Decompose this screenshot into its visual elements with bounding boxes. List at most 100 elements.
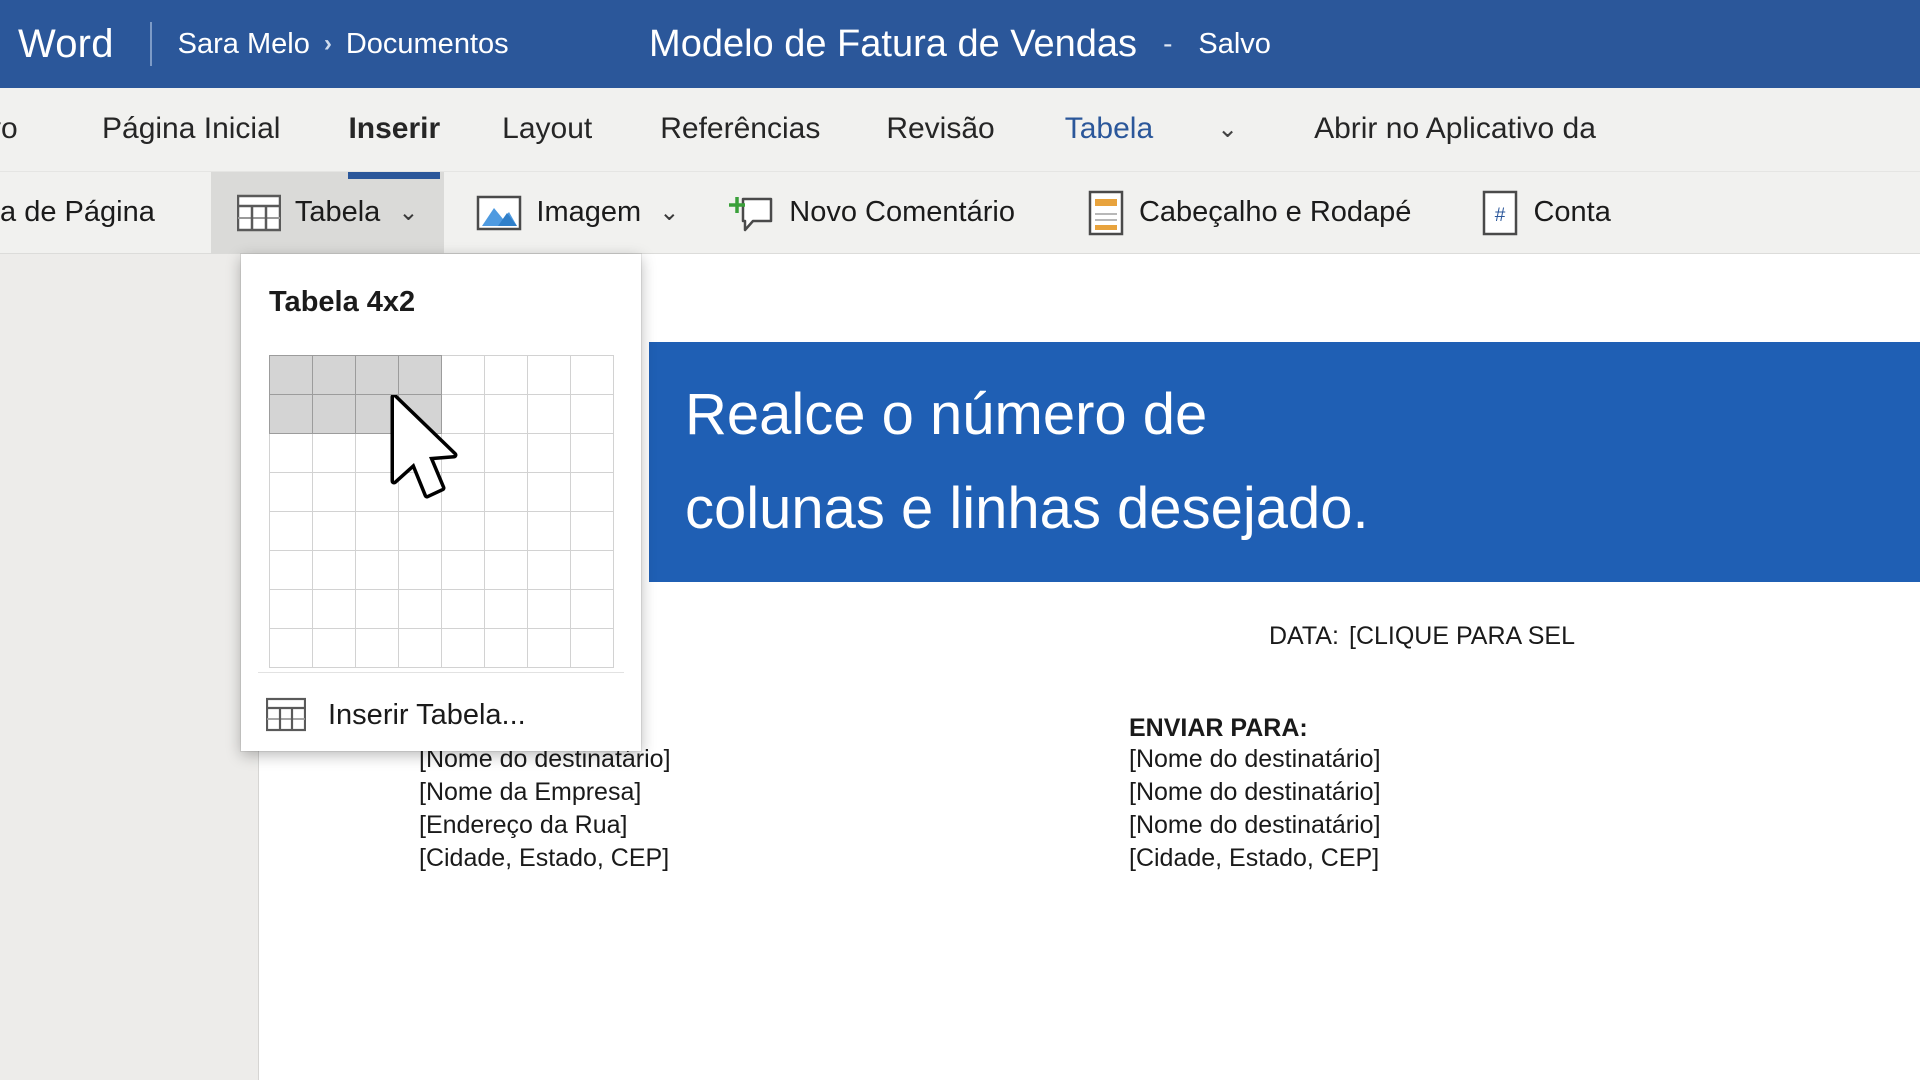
grid-cell-5x1[interactable] (441, 355, 485, 395)
grid-cell-2x2[interactable] (312, 394, 356, 434)
grid-row[interactable] (269, 511, 614, 551)
doc-left-line-2: [Endereço da Rua] (419, 811, 628, 839)
grid-cell-8x6[interactable] (570, 550, 614, 590)
command-tabela[interactable]: Tabela ⌄ (210, 171, 445, 254)
grid-cell-1x7[interactable] (269, 589, 313, 629)
grid-cell-6x3[interactable] (484, 433, 528, 473)
tab-inserir[interactable]: Inserir (348, 112, 440, 148)
grid-cell-7x3[interactable] (527, 433, 571, 473)
grid-cell-6x5[interactable] (484, 511, 528, 551)
grid-cell-6x8[interactable] (484, 628, 528, 668)
command-imagem[interactable]: Imagem ⌄ (462, 172, 693, 254)
grid-cell-1x5[interactable] (269, 511, 313, 551)
grid-cell-8x2[interactable] (570, 394, 614, 434)
tab-arquivo[interactable]: vo (0, 112, 66, 148)
title-bar: Word Sara Melo › Documentos (0, 0, 1920, 88)
app-name: Word (18, 21, 114, 66)
grid-cell-6x7[interactable] (484, 589, 528, 629)
doc-right-line-1: [Nome do destinatário] (1129, 778, 1381, 806)
grid-cell-7x8[interactable] (527, 628, 571, 668)
grid-cell-8x4[interactable] (570, 472, 614, 512)
command-quebra-de-pagina[interactable]: uebra de Página (0, 172, 169, 254)
header-footer-icon (1087, 190, 1125, 236)
command-contar[interactable]: # Conta (1467, 172, 1624, 254)
grid-cell-6x2[interactable] (484, 394, 528, 434)
grid-cell-3x6[interactable] (355, 550, 399, 590)
grid-cell-2x5[interactable] (312, 511, 356, 551)
page-number-icon: # (1481, 190, 1519, 236)
doc-right-line-0: [Nome do destinatário] (1129, 745, 1381, 773)
command-label: Imagem (536, 196, 642, 228)
grid-cell-8x3[interactable] (570, 433, 614, 473)
grid-cell-2x7[interactable] (312, 589, 356, 629)
grid-cell-8x7[interactable] (570, 589, 614, 629)
grid-cell-3x8[interactable] (355, 628, 399, 668)
grid-cell-2x8[interactable] (312, 628, 356, 668)
grid-cell-4x6[interactable] (398, 550, 442, 590)
grid-cell-5x6[interactable] (441, 550, 485, 590)
insert-table-menu-item[interactable]: Inserir Tabela... (258, 686, 624, 744)
grid-cell-5x8[interactable] (441, 628, 485, 668)
grid-cell-8x1[interactable] (570, 355, 614, 395)
command-cabecalho-rodape[interactable]: Cabeçalho e Rodapé (1073, 172, 1425, 254)
new-comment-icon (729, 191, 775, 235)
doc-send-to-label: ENVIAR PARA: (1129, 714, 1308, 742)
grid-cell-1x8[interactable] (269, 628, 313, 668)
grid-cell-1x4[interactable] (269, 472, 313, 512)
grid-cell-8x5[interactable] (570, 511, 614, 551)
grid-cell-7x4[interactable] (527, 472, 571, 512)
grid-cell-7x2[interactable] (527, 394, 571, 434)
chevron-down-icon[interactable]: ⌄ (659, 198, 679, 227)
grid-cell-1x3[interactable] (269, 433, 313, 473)
command-bar: uebra de Página Tabela ⌄ Imagem ⌄ (0, 171, 1920, 254)
grid-row[interactable] (269, 628, 614, 668)
grid-cell-2x6[interactable] (312, 550, 356, 590)
grid-cell-2x3[interactable] (312, 433, 356, 473)
grid-cell-7x6[interactable] (527, 550, 571, 590)
grid-cell-7x1[interactable] (527, 355, 571, 395)
command-novo-comentario[interactable]: Novo Comentário (715, 172, 1029, 254)
tab-abrir-no-aplicativo[interactable]: Abrir no Aplicativo da (1314, 112, 1596, 148)
chevron-down-icon[interactable]: ⌄ (1217, 114, 1238, 146)
grid-row[interactable] (269, 589, 614, 629)
command-label: Novo Comentário (789, 196, 1015, 228)
tab-revisao[interactable]: Revisão (886, 112, 994, 148)
grid-cell-6x6[interactable] (484, 550, 528, 590)
tab-tabela-contextual[interactable]: Tabela (1065, 112, 1153, 148)
grid-cell-7x5[interactable] (527, 511, 571, 551)
tab-layout[interactable]: Layout (502, 112, 592, 148)
grid-cell-4x5[interactable] (398, 511, 442, 551)
chevron-right-icon: › (323, 30, 332, 57)
grid-cell-4x8[interactable] (398, 628, 442, 668)
grid-cell-3x7[interactable] (355, 589, 399, 629)
grid-cell-7x7[interactable] (527, 589, 571, 629)
breadcrumb-user[interactable]: Sara Melo (178, 28, 310, 61)
grid-cell-4x1[interactable] (398, 355, 442, 395)
tab-referencias[interactable]: Referências (660, 112, 820, 148)
grid-cell-1x1[interactable] (269, 355, 313, 395)
breadcrumb[interactable]: Sara Melo › Documentos (178, 28, 509, 61)
grid-cell-1x2[interactable] (269, 394, 313, 434)
insert-table-label: Inserir Tabela... (328, 698, 526, 731)
banner-line-1: Realce o número de (685, 382, 1208, 448)
grid-cell-6x1[interactable] (484, 355, 528, 395)
grid-cell-2x1[interactable] (312, 355, 356, 395)
grid-cell-1x6[interactable] (269, 550, 313, 590)
active-tab-indicator (348, 172, 440, 179)
grid-cell-3x1[interactable] (355, 355, 399, 395)
grid-row[interactable] (269, 550, 614, 590)
doc-right-line-2: [Nome do destinatário] (1129, 811, 1381, 839)
breadcrumb-folder[interactable]: Documentos (346, 28, 509, 61)
grid-cell-4x7[interactable] (398, 589, 442, 629)
command-label: Conta (1533, 196, 1611, 228)
chevron-down-icon[interactable]: ⌄ (398, 198, 418, 227)
tab-pagina-inicial[interactable]: Página Inicial (102, 112, 280, 148)
grid-cell-8x8[interactable] (570, 628, 614, 668)
ribbon-tab-bar: vo Página Inicial Inserir Layout Referên… (0, 88, 1920, 172)
grid-cell-2x4[interactable] (312, 472, 356, 512)
grid-cell-6x4[interactable] (484, 472, 528, 512)
grid-row[interactable] (269, 355, 614, 395)
grid-cell-5x7[interactable] (441, 589, 485, 629)
grid-cell-5x5[interactable] (441, 511, 485, 551)
grid-cell-3x5[interactable] (355, 511, 399, 551)
